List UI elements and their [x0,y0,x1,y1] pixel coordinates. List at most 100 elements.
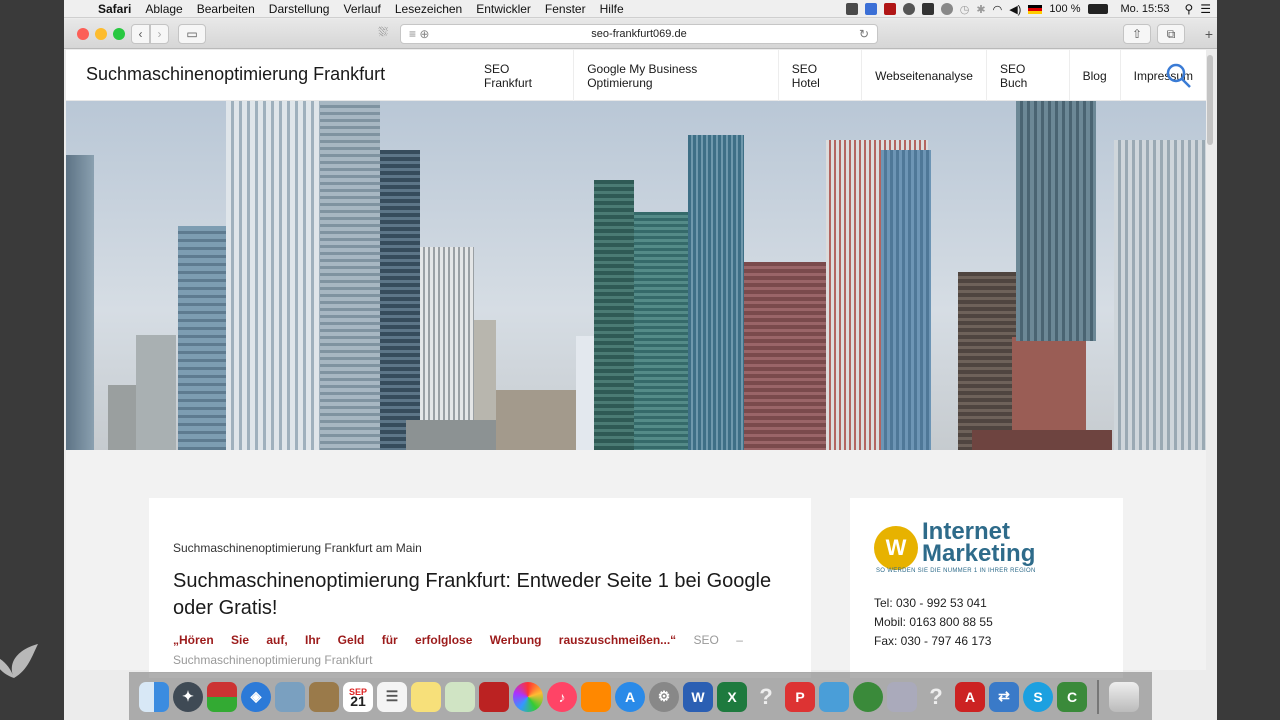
itunes-icon[interactable]: ♪ [547,681,577,712]
app-menu-safari[interactable]: Safari [98,2,131,16]
article-quote: „Hören Sie auf, Ihr Geld für erfolglose … [173,633,786,647]
status-icon[interactable] [864,3,877,15]
photos-icon[interactable] [513,681,543,712]
close-window-button[interactable] [77,28,89,40]
ibooks-icon[interactable] [581,681,611,712]
acrobat-icon[interactable]: A [955,681,985,712]
reload-icon[interactable]: ↻ [859,27,869,41]
hero-skyline-image [66,101,1206,450]
status-icon[interactable] [883,3,896,15]
preview-icon[interactable] [275,681,305,712]
reminders-icon[interactable]: ☰ [377,681,407,712]
time-machine-icon[interactable]: ◷ [960,3,970,16]
share-button[interactable]: ⇧ [1123,24,1151,44]
menu-darstellung[interactable]: Darstellung [269,2,330,16]
nav-seo-buch[interactable]: SEO Buch [985,50,1069,101]
menu-bearbeiten[interactable]: Bearbeiten [197,2,255,16]
back-button[interactable]: ‹ [131,24,150,44]
safari-icon[interactable]: ◈ [241,681,271,712]
tabs-overview-button[interactable]: ⧉ [1157,24,1185,44]
search-icon[interactable] [1166,63,1192,89]
status-icon[interactable] [940,3,953,15]
nav-seo-hotel[interactable]: SEO Hotel [777,50,861,101]
ad-blocker-icon[interactable]: ⛆ [371,25,395,43]
bluetooth-icon[interactable]: ✱ [976,3,985,16]
dock: ✦ ◈ SEP 21 ☰ ♪ A ⚙ W X ? P ? A ⇄ S C [129,672,1152,720]
menu-bar: Safari Ablage Bearbeiten Darstellung Ver… [64,0,1217,18]
german-flag-icon[interactable] [1028,4,1043,14]
nav-blog[interactable]: Blog [1068,50,1120,101]
menu-ablage[interactable]: Ablage [145,2,182,16]
maps-icon[interactable] [445,681,475,712]
contact-fax: Fax: 030 - 797 46 173 [874,634,992,648]
photo-booth-icon[interactable] [479,681,509,712]
nav-webseitenanalyse[interactable]: Webseitenanalyse [861,50,986,101]
address-bar[interactable]: ⛆ ≡ ⊕ seo-frankfurt069.de ↻ [378,24,878,44]
menu-fenster[interactable]: Fenster [545,2,586,16]
globe-app-icon[interactable] [853,681,883,712]
unknown-app-icon[interactable]: ? [751,682,781,712]
notification-center-icon[interactable]: ☰ [1200,2,1211,16]
clock[interactable]: Mo. 15:53 [1121,3,1170,15]
sidebar-toggle-button[interactable]: ▭ [178,24,206,44]
page-scrollbar[interactable] [1207,55,1213,145]
article-headline[interactable]: Suchmaschinenoptimierung Frankfurt: Entw… [173,568,793,622]
forward-button[interactable]: › [150,24,169,44]
nav-seo-frankfurt[interactable]: SEO Frankfurt [471,50,573,101]
launchpad-icon[interactable]: ✦ [173,681,203,712]
menu-hilfe[interactable]: Hilfe [600,2,624,16]
menu-entwickler[interactable]: Entwickler [476,2,531,16]
status-icon[interactable] [845,3,858,15]
new-tab-button[interactable]: + [1200,24,1217,44]
teamviewer-icon[interactable]: ⇄ [989,681,1019,712]
status-area: ◷ ✱ ◠ ◀) 100 % Mo. 15:53 ⚲ ☰ [845,0,1211,18]
calendar-icon[interactable]: SEP 21 [343,681,373,712]
wifi-icon[interactable]: ◠ [993,3,1003,16]
zoom-window-button[interactable] [113,28,125,40]
site-title[interactable]: Suchmaschinenoptimierung Frankfurt [86,64,385,85]
article-kicker: Suchmaschinenoptimierung Frankfurt am Ma… [173,541,422,555]
contact-tel: Tel: 030 - 992 53 041 [874,596,987,610]
camtasia-icon[interactable]: C [1057,681,1087,712]
trash-icon[interactable] [1109,681,1139,712]
battery-percent[interactable]: 100 % [1049,3,1080,15]
calendar-day: 21 [350,692,366,709]
w3-internet-marketing-logo[interactable]: W Internet Marketing SO WERDEN SIE DIE N… [874,520,1054,578]
unknown-app-icon-2[interactable]: ? [921,682,951,712]
screen: Safari Ablage Bearbeiten Darstellung Ver… [64,0,1217,720]
nav-google-my-business[interactable]: Google My Business Optimierung [573,50,778,101]
notes-icon[interactable] [411,681,441,712]
logo-line-2: Marketing [922,540,1036,567]
volume-icon[interactable]: ◀) [1009,3,1021,16]
sidebar-widget: W Internet Marketing SO WERDEN SIE DIE N… [850,498,1123,678]
article-category-link[interactable]: SEO – [694,633,743,647]
dropbox-icon[interactable] [921,3,934,15]
nav-impressum[interactable]: Impressum [1119,50,1206,101]
powerpoint-icon[interactable]: P [785,681,815,712]
logo-tagline: SO WERDEN SIE DIE NUMMER 1 IN IHRER REGI… [876,568,1036,574]
contacts-icon[interactable] [309,681,339,712]
skype-icon[interactable]: S [1023,681,1053,712]
system-preferences-icon[interactable]: ⚙ [649,681,679,712]
battery-icon[interactable] [1087,4,1108,14]
browser-toolbar: ‹ › ▭ ⛆ ≡ ⊕ seo-frankfurt069.de ↻ ⇧ ⧉ + [64,19,1217,49]
utility-app-icon[interactable] [887,681,917,712]
reader-icon[interactable]: ≡ ⊕ [409,27,429,41]
menu-lesezeichen[interactable]: Lesezeichen [395,2,462,16]
minimize-window-button[interactable] [95,28,107,40]
article-card: Suchmaschinenoptimierung Frankfurt am Ma… [149,498,811,678]
spotlight-icon[interactable]: ⚲ [1184,2,1193,16]
app-store-icon[interactable]: A [615,681,645,712]
mission-control-icon[interactable] [207,681,237,712]
menu-verlauf[interactable]: Verlauf [343,2,380,16]
url-text[interactable]: seo-frankfurt069.de [591,28,686,40]
contact-info: Tel: 030 - 992 53 041 Mobil: 0163 800 88… [874,594,993,651]
article-category-link-2[interactable]: Suchmaschinenoptimierung Frankfurt [173,653,372,667]
status-icon[interactable] [902,3,915,15]
left-background [0,0,64,720]
word-icon[interactable]: W [683,681,713,712]
excel-icon[interactable]: X [717,681,747,712]
people-app-icon[interactable] [819,681,849,712]
finder-icon[interactable] [139,681,169,712]
web-page: Suchmaschinenoptimierung Frankfurt SEO F… [66,50,1206,678]
